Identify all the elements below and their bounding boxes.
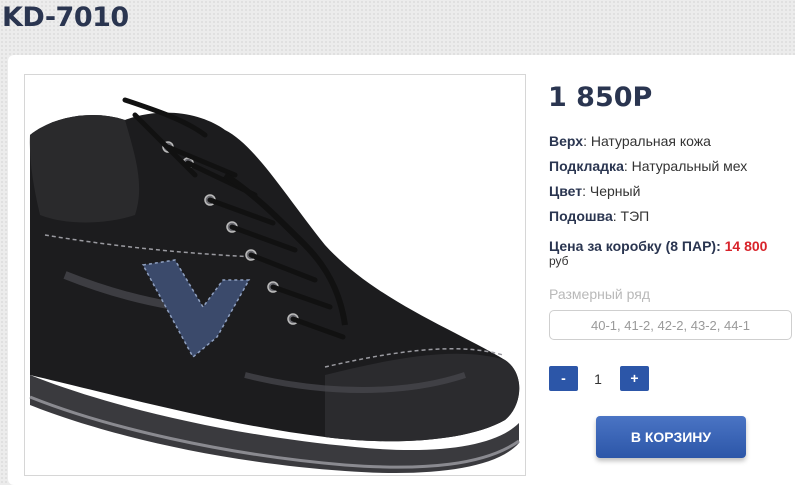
quantity-increase-button[interactable]: + bbox=[620, 366, 649, 391]
spec-sole: Подошва: ТЭП bbox=[549, 208, 649, 224]
spec-key: Подошва bbox=[549, 208, 613, 224]
size-range-field[interactable]: 40-1, 41-2, 42-2, 43-2, 44-1 bbox=[549, 310, 792, 340]
box-price-label: Цена за коробку (8 ПАР): bbox=[549, 238, 721, 254]
shoe-illustration bbox=[29, 97, 520, 473]
spec-sep: : bbox=[612, 208, 621, 224]
spec-color: Цвет: Черный bbox=[549, 183, 640, 199]
spec-upper: Верх: Натуральная кожа bbox=[549, 133, 711, 149]
box-price-value: 14 800 bbox=[724, 238, 768, 254]
spec-key: Подкладка bbox=[549, 158, 624, 174]
product-title: KD-7010 bbox=[2, 2, 129, 33]
size-range-label: Размерный ряд bbox=[549, 286, 651, 302]
spec-sep: : bbox=[582, 183, 590, 199]
spec-value: Натуральная кожа bbox=[590, 133, 711, 149]
product-price: 1 850Р bbox=[548, 82, 653, 113]
box-price: Цена за коробку (8 ПАР): 14 800 bbox=[549, 238, 767, 254]
spec-value: Натуральный мех bbox=[631, 158, 748, 174]
spec-value: ТЭП bbox=[620, 208, 650, 224]
spec-sep: : bbox=[623, 158, 632, 174]
spec-key: Верх bbox=[549, 133, 584, 149]
box-price-unit: руб bbox=[549, 254, 569, 268]
spec-sep: : bbox=[583, 133, 591, 149]
quantity-decrease-button[interactable]: - bbox=[549, 366, 578, 391]
spec-lining: Подкладка: Натуральный мех bbox=[549, 158, 747, 174]
spec-key: Цвет bbox=[549, 183, 583, 199]
product-image[interactable] bbox=[24, 74, 526, 476]
spec-value: Черный bbox=[589, 183, 641, 199]
add-to-cart-button[interactable]: В КОРЗИНУ bbox=[596, 416, 746, 458]
quantity-value[interactable]: 1 bbox=[586, 371, 610, 387]
